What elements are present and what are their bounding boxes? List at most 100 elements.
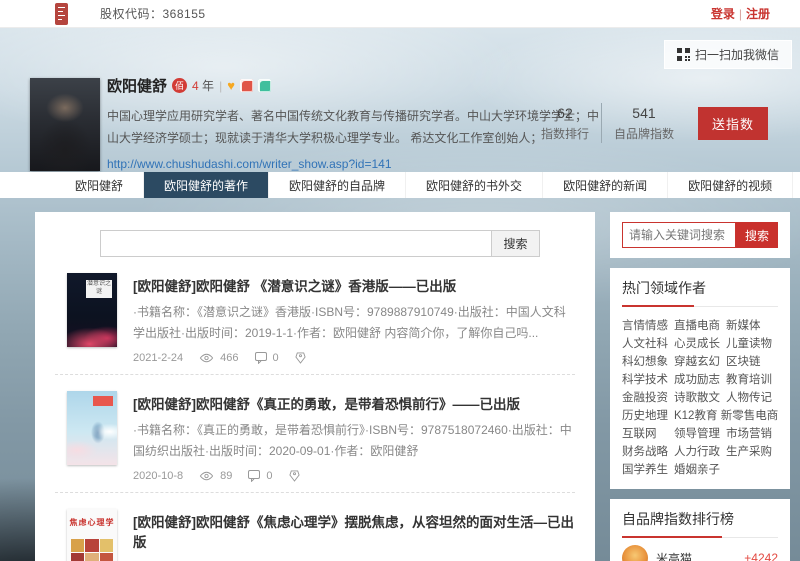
- site-seal-logo[interactable]: [55, 3, 68, 25]
- author-photo[interactable]: [30, 78, 100, 171]
- tag-k12[interactable]: K12教育: [674, 407, 721, 425]
- book-title[interactable]: [欧阳健舒]欧阳健舒《真正的勇敢，是带着恐惧前行》——已出版: [133, 393, 575, 413]
- tab-author-news[interactable]: 欧阳健舒的新闻: [543, 172, 668, 198]
- works-search-bar: 搜索: [100, 230, 540, 257]
- views-count: 466: [220, 352, 238, 364]
- tab-author-works[interactable]: 欧阳健舒的著作: [144, 172, 269, 198]
- index-stat: 541 自品牌指数: [602, 105, 686, 142]
- tag-hunyin[interactable]: 婚姻亲子: [674, 461, 726, 479]
- book-cover-qianyishi[interactable]: 潜意识之谜: [67, 273, 117, 347]
- wechat-qr-button[interactable]: 扫一扫加我微信: [664, 40, 792, 69]
- tab-author-brand[interactable]: 欧阳健舒的自品牌: [269, 172, 406, 198]
- tag-zhibo[interactable]: 直播电商: [674, 317, 726, 335]
- rank-label: 指数排行: [541, 125, 589, 142]
- ranking-card: 自品牌指数排行榜 米高猫 +4242 郑九洲 +3316: [610, 499, 790, 561]
- book-meta: ·书籍名称：《真正的勇敢，是带着恐惧前行》·ISBN号：978751807246…: [133, 420, 575, 462]
- top-bar: 股权代码：368155 登录|注册: [0, 0, 800, 28]
- tag-xinling[interactable]: 心灵成长: [674, 335, 726, 353]
- tag-shengchan[interactable]: 生产采购: [726, 443, 778, 461]
- red-badge-icon: [240, 79, 253, 92]
- tag-shige[interactable]: 诗歌散文: [674, 389, 726, 407]
- works-list-card: 搜索 潜意识之谜 [欧阳健舒]欧阳健舒 《潜意识之谜》香港版——已出版 ·书籍名…: [35, 212, 595, 561]
- sidebar: 搜索 热门领域作者 言情情感 直播电商 新媒体 人文社科 心灵成长 儿童读物 科…: [610, 212, 790, 561]
- index-value: 541: [614, 105, 674, 121]
- author-description: 中国心理学应用研究学者、著名中国传统文化教育与传播研究学者。中山大学环境学学士；…: [107, 105, 599, 149]
- works-search-input[interactable]: [100, 230, 492, 257]
- book-meta: ·书籍名称：《潜意识之谜》香港版·ISBN号：9789887910749·出版社…: [133, 302, 575, 344]
- keyword-search-bar: 搜索: [622, 222, 778, 248]
- tag-yanqing[interactable]: 言情情感: [622, 317, 674, 335]
- tag-kehuan[interactable]: 科幻想象: [622, 353, 674, 371]
- stock-code-label: 股权代码：368155: [100, 5, 206, 22]
- send-index-button[interactable]: 送指数: [698, 107, 768, 140]
- tag-caiwu[interactable]: 财务战略: [622, 443, 674, 461]
- keyword-search-button[interactable]: 搜索: [736, 222, 778, 248]
- ranking-author-name[interactable]: 米高猫: [656, 550, 736, 561]
- book-list-item[interactable]: [欧阳健舒]欧阳健舒《真正的勇敢，是带着恐惧前行》——已出版 ·书籍名称：《真正…: [55, 375, 575, 493]
- book-footer: 2021-2-24 466 0: [133, 352, 575, 364]
- tab-author-home[interactable]: 欧阳健舒: [55, 172, 144, 198]
- hot-author-tags: 言情情感 直播电商 新媒体 人文社科 心灵成长 儿童读物 科幻想象 穿越玄幻 区…: [622, 307, 778, 479]
- profile-nav-tabs: 欧阳健舒 欧阳健舒的著作 欧阳健舒的自品牌 欧阳健舒的书外交 欧阳健舒的新闻 欧…: [0, 172, 800, 198]
- heart-badge-icon: ♥: [227, 78, 235, 93]
- works-search-button[interactable]: 搜索: [492, 230, 540, 257]
- register-link[interactable]: 注册: [746, 7, 770, 21]
- login-link[interactable]: 登录: [711, 7, 735, 21]
- book-cover-jiaolv[interactable]: 焦虑心理学: [67, 509, 117, 561]
- comments-count: 0: [273, 352, 279, 364]
- keyword-search-card: 搜索: [610, 212, 790, 258]
- tag-renwu[interactable]: 人物传记: [726, 389, 778, 407]
- comments-count: 0: [266, 470, 272, 482]
- tag-hulianwang[interactable]: 互联网: [622, 425, 674, 443]
- tag-qukuailian[interactable]: 区块链: [726, 353, 778, 371]
- index-label: 自品牌指数: [614, 125, 674, 142]
- author-name: 欧阳健舒: [107, 75, 167, 96]
- views-icon: [199, 353, 214, 363]
- tag-xinlingshou[interactable]: 新零售电商: [721, 407, 777, 425]
- author-years: 4 年: [192, 77, 214, 94]
- tab-author-products[interactable]: 欧阳健舒的产品: [793, 172, 800, 198]
- verified-badge-icon: 佰: [172, 78, 187, 93]
- tag-lishi[interactable]: 历史地理: [622, 407, 674, 425]
- tag-lingdao[interactable]: 领导管理: [674, 425, 726, 443]
- tag-renli[interactable]: 人力行政: [674, 443, 726, 461]
- book-info: [欧阳健舒]欧阳健舒 《潜意识之谜》香港版——已出版 ·书籍名称：《潜意识之谜》…: [133, 273, 575, 364]
- book-cover-yonggan[interactable]: [67, 391, 117, 465]
- hot-authors-title: 热门领域作者: [622, 278, 778, 307]
- comments-icon: [248, 470, 260, 482]
- tag-guoxue[interactable]: 国学养生: [622, 461, 674, 479]
- book-list-item[interactable]: 潜意识之谜 [欧阳健舒]欧阳健舒 《潜意识之谜》香港版——已出版 ·书籍名称：《…: [55, 257, 575, 375]
- rank-value: 62: [541, 105, 589, 121]
- tag-chenggong[interactable]: 成功励志: [674, 371, 726, 389]
- tag-jiaoyu[interactable]: 教育培训: [726, 371, 778, 389]
- comments-icon: [255, 352, 267, 364]
- tag-renwen[interactable]: 人文社科: [622, 335, 674, 353]
- tag-jinrong[interactable]: 金融投资: [622, 389, 674, 407]
- book-title[interactable]: [欧阳健舒]欧阳健舒《焦虑心理学》摆脱焦虑，从容坦然的面对生活—已出版: [133, 511, 575, 551]
- author-name-row: 欧阳健舒 佰 4 年 | ♥: [107, 75, 599, 96]
- tag-ertong[interactable]: 儿童读物: [726, 335, 778, 353]
- tag-chuanyue[interactable]: 穿越玄幻: [674, 353, 726, 371]
- years-number: 4: [192, 79, 199, 93]
- book-cover-badge: [93, 396, 113, 406]
- ranking-author-value: +4242: [744, 551, 778, 561]
- tag-xinmeiti[interactable]: 新媒体: [726, 317, 778, 335]
- green-badge-icon: [258, 79, 271, 92]
- tag-icon: [295, 352, 306, 364]
- hot-authors-card: 热门领域作者 言情情感 直播电商 新媒体 人文社科 心灵成长 儿童读物 科幻想象…: [610, 268, 790, 489]
- book-footer: 2020-10-8 89 0: [133, 470, 575, 482]
- wechat-qr-label: 扫一扫加我微信: [695, 46, 779, 63]
- book-date: 2020-10-8: [133, 470, 183, 482]
- ranking-row[interactable]: 米高猫 +4242: [622, 538, 778, 561]
- tag-shichang[interactable]: 市场营销: [726, 425, 778, 443]
- years-unit: 年: [202, 79, 214, 93]
- author-page-link[interactable]: http://www.chushudashi.com/writer_show.a…: [107, 157, 392, 171]
- content-area: 搜索 潜意识之谜 [欧阳健舒]欧阳健舒 《潜意识之谜》香港版——已出版 ·书籍名…: [0, 212, 800, 561]
- tag-kexue[interactable]: 科学技术: [622, 371, 674, 389]
- qr-code-icon: [677, 48, 690, 61]
- book-title[interactable]: [欧阳健舒]欧阳健舒 《潜意识之谜》香港版——已出版: [133, 275, 575, 295]
- book-list-item[interactable]: 焦虑心理学 [欧阳健舒]欧阳健舒《焦虑心理学》摆脱焦虑，从容坦然的面对生活—已出…: [55, 493, 575, 561]
- tab-author-book-diplomacy[interactable]: 欧阳健舒的书外交: [406, 172, 543, 198]
- tab-author-videos[interactable]: 欧阳健舒的视频: [668, 172, 793, 198]
- keyword-search-input[interactable]: [622, 222, 736, 248]
